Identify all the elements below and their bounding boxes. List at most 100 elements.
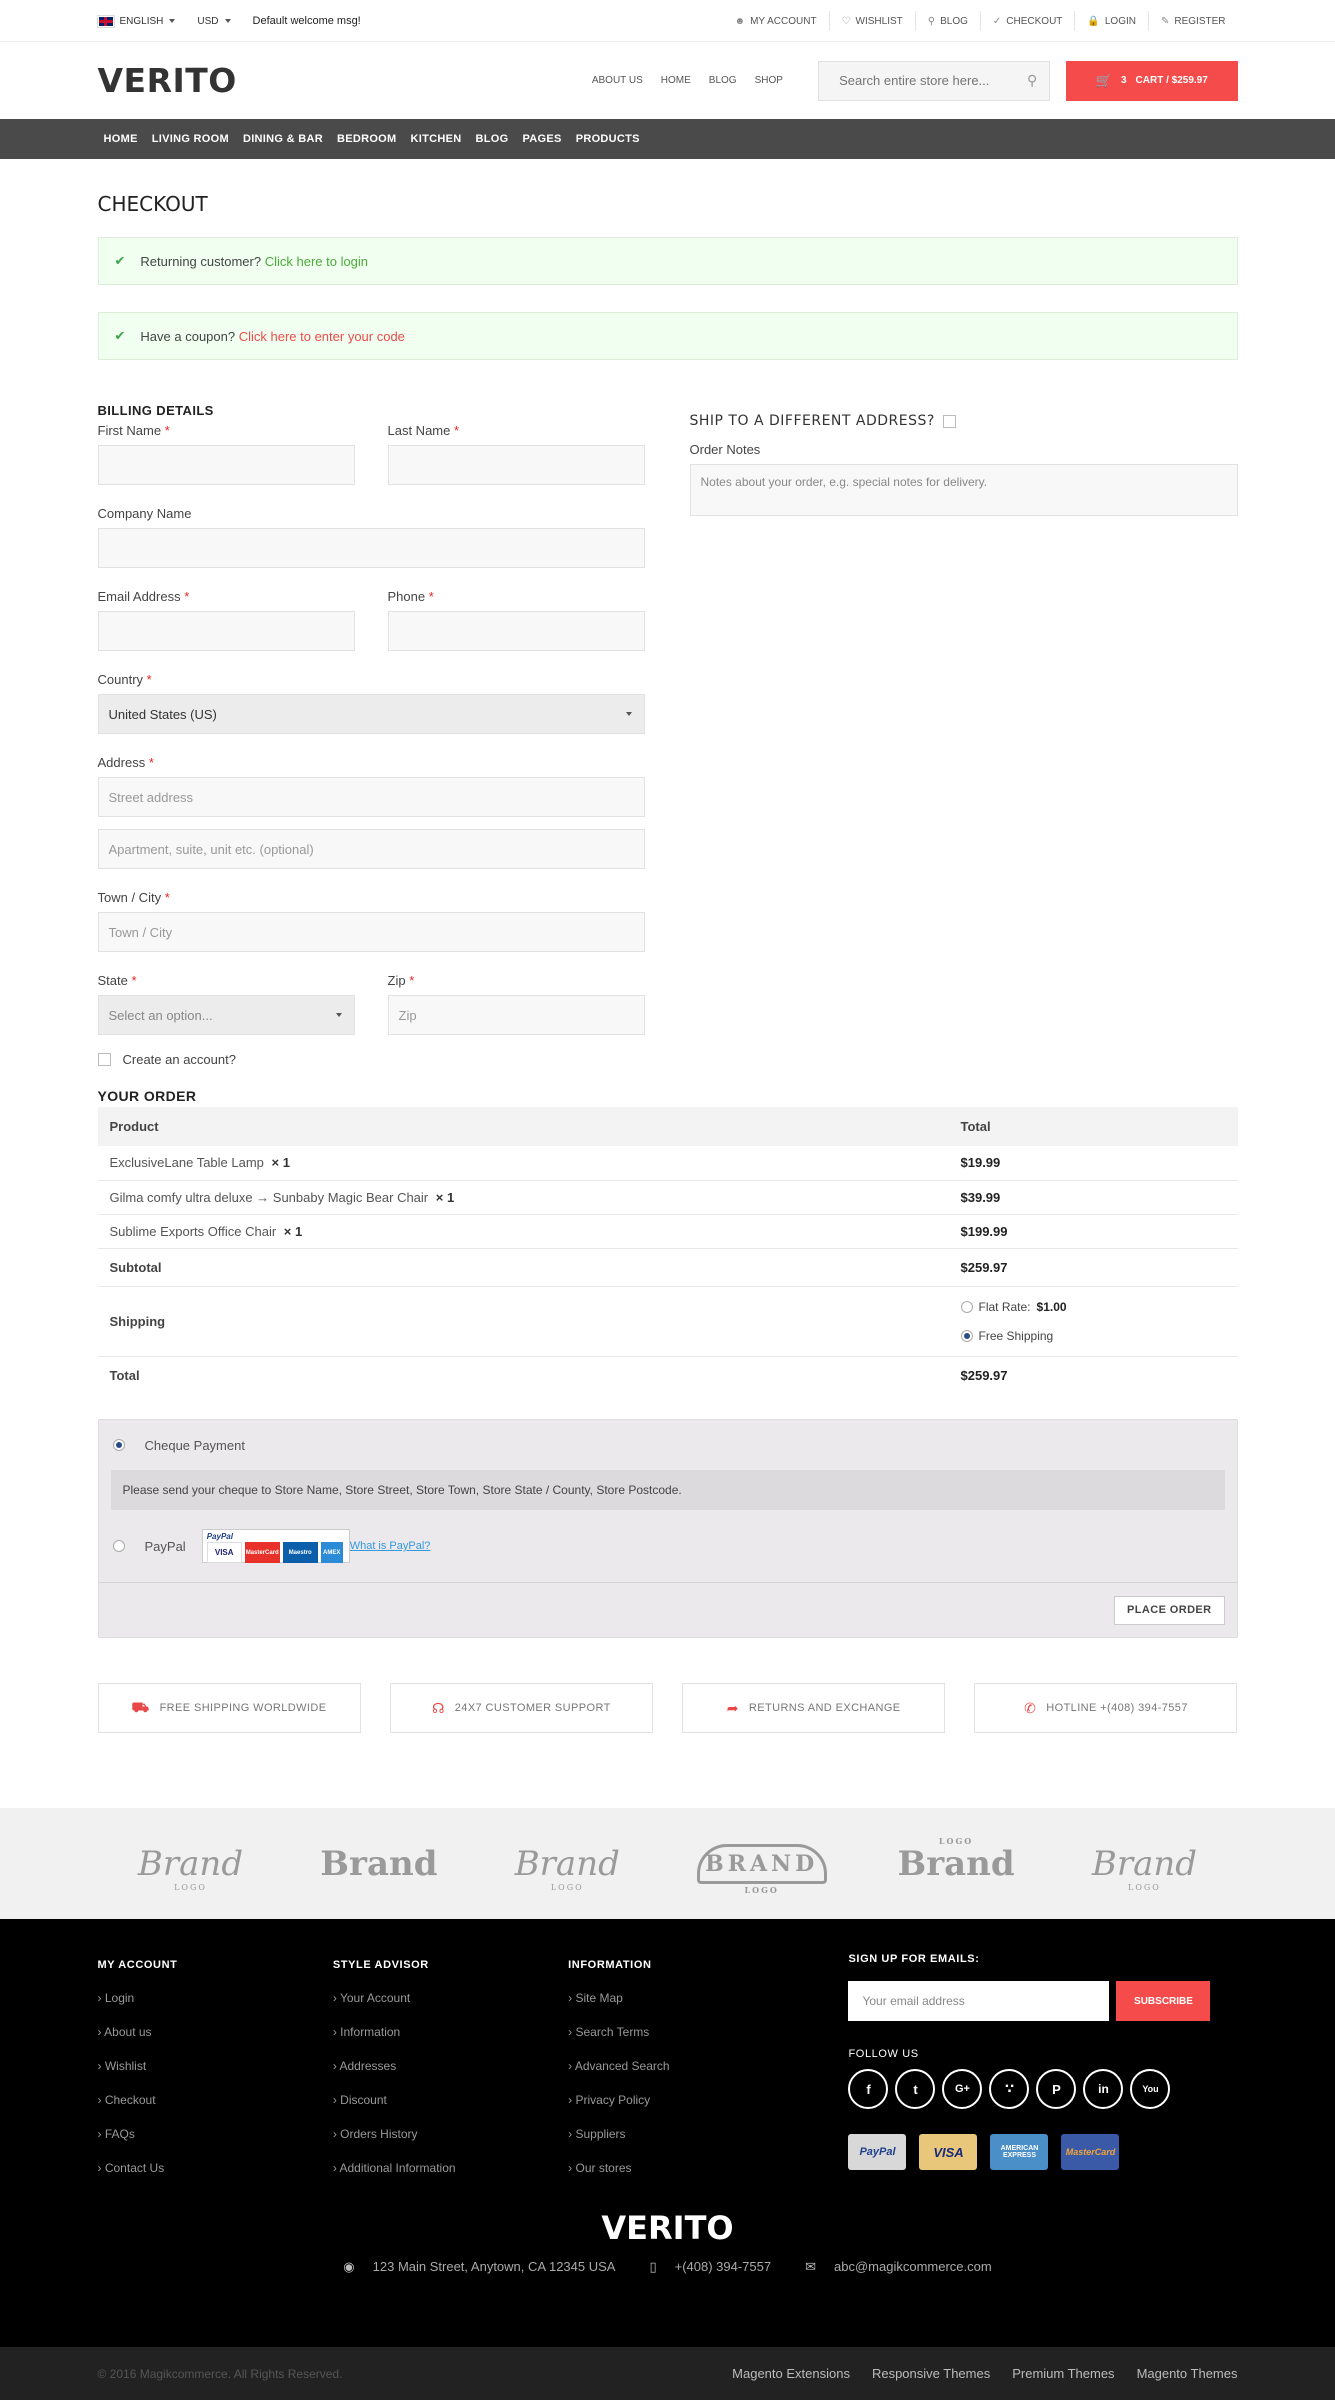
nav-home[interactable]: HOME xyxy=(98,133,145,145)
newsletter-email-input[interactable]: Your email address xyxy=(848,1981,1110,2021)
header-nav-home[interactable]: HOME xyxy=(661,75,691,86)
twitter-icon[interactable]: t xyxy=(895,2069,936,2109)
footer-link[interactable]: › Information xyxy=(333,2025,568,2059)
footer-link[interactable]: › Additional Information xyxy=(333,2161,568,2195)
footer-link[interactable]: › About us xyxy=(98,2025,333,2059)
register-link[interactable]: ✎ REGISTER xyxy=(1147,11,1238,31)
nav-dining-bar[interactable]: DINING & BAR xyxy=(236,133,330,145)
order-heading: YOUR ORDER xyxy=(97,1088,197,1104)
footer-link[interactable]: › Site Map xyxy=(568,1991,803,2025)
header-nav-blog[interactable]: BLOG xyxy=(709,75,737,86)
pencil-icon: ✎ xyxy=(1160,15,1170,27)
footer-bottom-link[interactable]: Magento Extensions xyxy=(732,2366,850,2381)
cheque-radio[interactable] xyxy=(112,1439,125,1451)
email-label: Email Address * xyxy=(97,589,190,604)
last-name-field[interactable] xyxy=(387,445,645,485)
footer-bottom-link[interactable]: Premium Themes xyxy=(1012,2366,1114,2381)
login-toggle-link[interactable]: Click here to login xyxy=(265,254,368,269)
what-is-paypal-link[interactable]: What is PayPal? xyxy=(350,1540,431,1552)
first-name-label: First Name * xyxy=(97,423,170,438)
paypal-radio[interactable] xyxy=(112,1540,125,1552)
site-logo[interactable]: VERITO xyxy=(98,61,592,100)
nav-living-room[interactable]: LIVING ROOM xyxy=(145,133,236,145)
wishlist-link[interactable]: ♡ WISHLIST xyxy=(828,11,915,31)
footer-link[interactable]: › Our stores xyxy=(568,2161,803,2195)
footer-link[interactable]: › Privacy Policy xyxy=(568,2093,803,2127)
nav-blog[interactable]: BLOG xyxy=(469,133,516,145)
free-shipping-radio[interactable] xyxy=(960,1329,973,1342)
nav-pages[interactable]: PAGES xyxy=(515,133,568,145)
header-nav-about[interactable]: ABOUT US xyxy=(592,75,643,86)
cart-button[interactable]: 🛒 3 CART / $259.97 xyxy=(1066,60,1238,101)
shipping-details: SHIP TO A DIFFERENT ADDRESS? Order Notes… xyxy=(689,403,1238,1067)
flat-rate-radio[interactable] xyxy=(960,1300,973,1313)
search-icon[interactable]: ⚲ xyxy=(1015,72,1049,89)
phone-field[interactable] xyxy=(387,611,645,651)
billing-heading: BILLING DETAILS xyxy=(97,403,214,418)
place-order-button[interactable]: PLACE ORDER xyxy=(1114,1595,1225,1625)
table-row: Sublime Exports Office Chair × 1 $199.99 xyxy=(97,1214,1238,1249)
footer-link[interactable]: › Search Terms xyxy=(568,2025,803,2059)
payment-methods: Cheque Payment Please send your cheque t… xyxy=(97,1419,1238,1638)
footer-link[interactable]: › FAQs xyxy=(98,2127,333,2161)
payment-cards: PayPal VISA AMERICAN EXPRESS MasterCard xyxy=(848,2134,1237,2170)
footer-link[interactable]: › Your Account xyxy=(333,1991,568,2025)
nav-kitchen[interactable]: KITCHEN xyxy=(404,133,469,145)
login-link[interactable]: 🔒 LOGIN xyxy=(1074,11,1148,31)
welcome-message: Default welcome msg! xyxy=(252,15,361,27)
amex-icon: AMEX xyxy=(320,1542,343,1563)
town-field[interactable]: Town / City xyxy=(97,912,645,952)
footer-link[interactable]: › Discount xyxy=(333,2093,568,2127)
rss-icon[interactable]: ∵ xyxy=(989,2069,1030,2109)
footer-link[interactable]: › Contact Us xyxy=(98,2161,333,2195)
linkedin-icon[interactable]: in xyxy=(1083,2069,1124,2109)
free-shipping-option[interactable]: Free Shipping xyxy=(960,1321,1238,1350)
header-nav-shop[interactable]: SHOP xyxy=(755,75,783,86)
coupon-toggle-link[interactable]: Click here to enter your code xyxy=(239,329,405,344)
apartment-field[interactable]: Apartment, suite, unit etc. (optional) xyxy=(97,829,645,869)
google-plus-icon[interactable]: G+ xyxy=(942,2069,983,2109)
nav-products[interactable]: PRODUCTS xyxy=(569,133,647,145)
footer-link[interactable]: › Login xyxy=(98,1991,333,2025)
order-notes-field[interactable]: Notes about your order, e.g. special not… xyxy=(689,464,1238,516)
street-address-field[interactable]: Street address xyxy=(97,777,645,817)
cheque-option[interactable]: Cheque Payment xyxy=(99,1420,1237,1470)
facebook-icon[interactable]: f xyxy=(848,2069,889,2109)
pinterest-icon[interactable]: P xyxy=(1036,2069,1077,2109)
my-account-link[interactable]: ☻ MY ACCOUNT xyxy=(723,11,829,31)
brand-logo[interactable]: Brand LOGO xyxy=(132,1836,250,1892)
main-nav: HOME LIVING ROOM DINING & BAR BEDROOM KI… xyxy=(0,119,1335,159)
youtube-icon[interactable]: You xyxy=(1130,2069,1171,2109)
company-field[interactable] xyxy=(97,528,645,568)
checkout-link[interactable]: ✓ CHECKOUT xyxy=(979,11,1075,31)
country-select[interactable]: United States (US) xyxy=(97,694,645,734)
blog-link[interactable]: ⚲ BLOG xyxy=(914,11,980,31)
footer-link[interactable]: › Orders History xyxy=(333,2127,568,2161)
state-select[interactable]: Select an option... xyxy=(97,995,355,1035)
create-account-checkbox[interactable] xyxy=(97,1053,111,1066)
first-name-field[interactable] xyxy=(97,445,355,485)
footer-email-link[interactable]: abc@magikcommerce.com xyxy=(834,2259,992,2274)
brand-logo[interactable]: Brand LOGO xyxy=(897,1836,1015,1892)
brand-logo[interactable]: Brand LOGO xyxy=(1085,1836,1203,1892)
nav-bedroom[interactable]: BEDROOM xyxy=(330,133,404,145)
brand-logo[interactable]: Brand xyxy=(320,1836,438,1892)
language-select[interactable]: ENGLISH xyxy=(96,14,176,28)
ship-different-checkbox[interactable] xyxy=(942,414,956,428)
email-field[interactable] xyxy=(97,611,355,651)
flat-rate-option[interactable]: Flat Rate: $1.00 xyxy=(960,1292,1238,1321)
footer-bottom-link[interactable]: Magento Themes xyxy=(1137,2366,1238,2381)
footer-bottom-link[interactable]: Responsive Themes xyxy=(872,2366,990,2381)
footer-link[interactable]: › Checkout xyxy=(98,2093,333,2127)
brand-logo[interactable]: Brand LOGO xyxy=(508,1836,626,1892)
zip-field[interactable]: Zip xyxy=(387,995,645,1035)
currency-select[interactable]: USD xyxy=(197,16,231,27)
footer-link[interactable]: › Suppliers xyxy=(568,2127,803,2161)
footer-link[interactable]: › Addresses xyxy=(333,2059,568,2093)
footer-link[interactable]: › Wishlist xyxy=(98,2059,333,2093)
paypal-option[interactable]: PayPal PayPal VISA MasterCard Maestro AM… xyxy=(99,1510,1237,1582)
footer-link[interactable]: › Advanced Search xyxy=(568,2059,803,2093)
search-input[interactable] xyxy=(819,61,1016,100)
subscribe-button[interactable]: SUBSCRIBE xyxy=(1116,1981,1211,2021)
brand-logo[interactable]: BRAND LOGO xyxy=(696,1843,827,1895)
